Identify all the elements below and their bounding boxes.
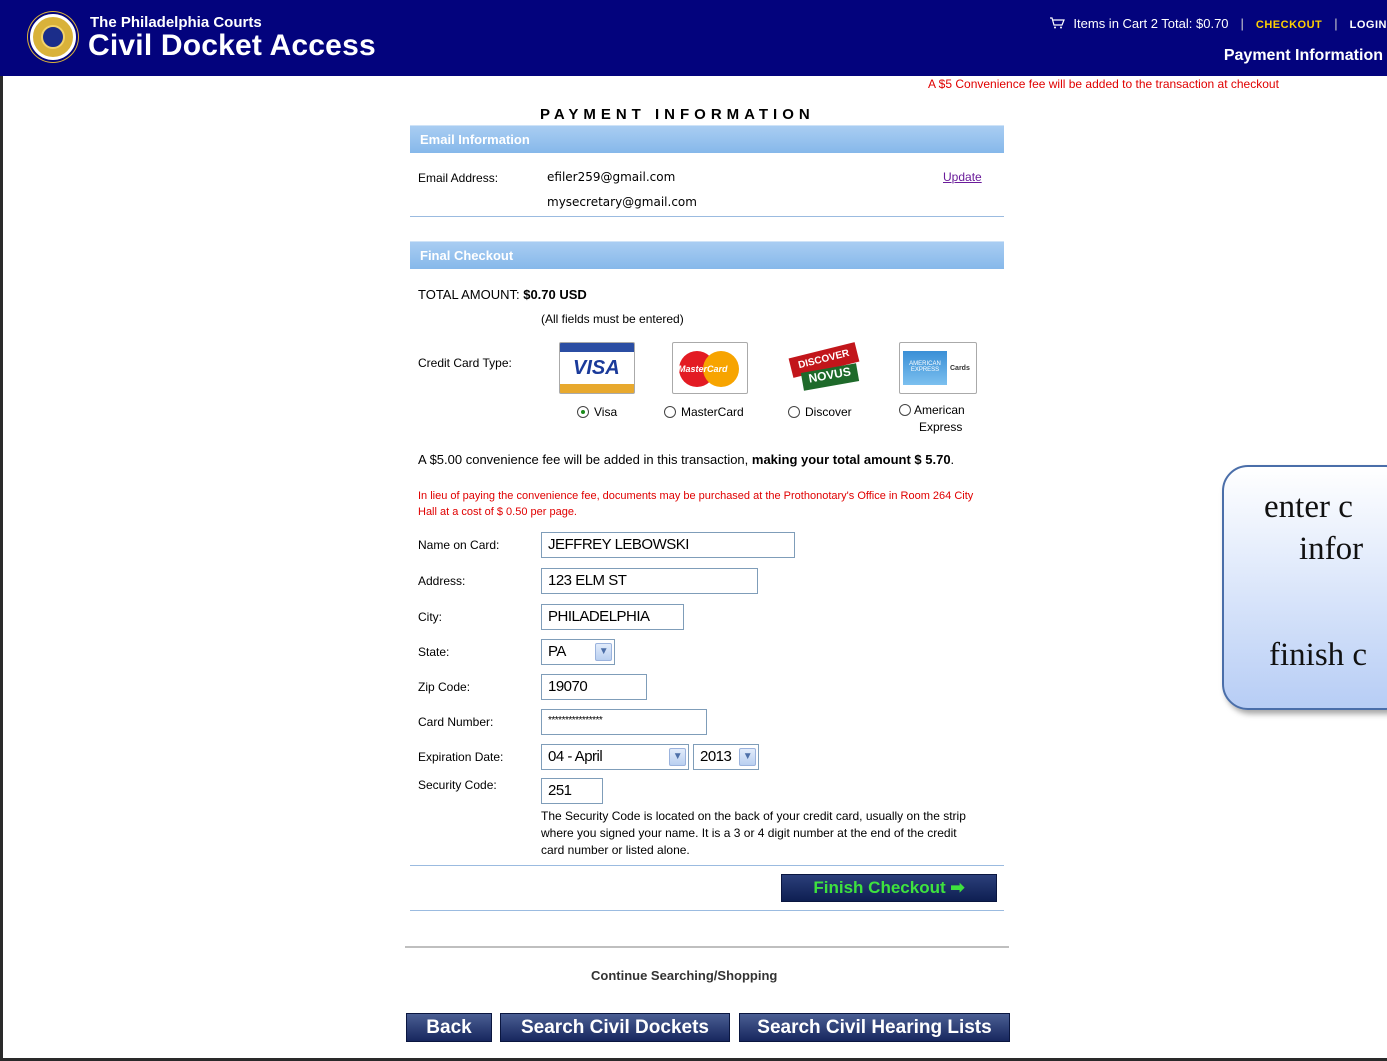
expiration-month-select[interactable]: 04 - April ▼ <box>541 744 689 770</box>
radio-icon[interactable] <box>664 406 676 418</box>
email-primary: efiler259@gmail.com <box>547 170 676 184</box>
divider <box>410 865 1004 866</box>
search-civil-hearing-lists-button[interactable]: Search Civil Hearing Lists <box>739 1013 1010 1042</box>
email-label: Email Address: <box>418 171 499 185</box>
checkout-link[interactable]: CHECKOUT <box>1256 19 1322 31</box>
card-number-field[interactable]: **************** <box>541 709 707 735</box>
finish-checkout-button[interactable]: Finish Checkout ➡ <box>781 874 997 902</box>
card-number-label: Card Number: <box>418 715 494 729</box>
convenience-fee-text: A $5.00 convenience fee will be added in… <box>418 450 978 469</box>
mastercard-logo[interactable]: MasterCard <box>672 342 748 394</box>
amex-logo[interactable]: AMERICAN EXPRESS Cards <box>899 342 977 394</box>
state-label: State: <box>418 645 450 659</box>
radio-amex-label-2: Express <box>919 420 963 434</box>
radio-mastercard-label: MasterCard <box>681 405 744 419</box>
expiration-year-select[interactable]: 2013 ▼ <box>693 744 759 770</box>
security-code-field[interactable]: 251 <box>541 778 603 804</box>
divider <box>410 216 1004 217</box>
discover-logo[interactable]: DISCOVER NOVUS <box>788 342 864 394</box>
court-seal-icon <box>30 14 76 60</box>
radio-visa[interactable]: Visa <box>577 405 617 419</box>
back-button[interactable]: Back <box>406 1013 492 1042</box>
radio-icon[interactable] <box>899 404 911 416</box>
address-label: Address: <box>418 574 466 588</box>
total-amount: TOTAL AMOUNT: $0.70 USD <box>418 287 587 302</box>
divider <box>410 910 1004 911</box>
state-select[interactable]: PA ▼ <box>541 639 615 665</box>
radio-icon[interactable] <box>788 406 800 418</box>
radio-discover[interactable]: Discover <box>788 405 852 419</box>
search-civil-dockets-button[interactable]: Search Civil Dockets <box>500 1013 730 1042</box>
zip-label: Zip Code: <box>418 680 471 694</box>
separator: | <box>1240 16 1244 31</box>
name-label: Name on Card: <box>418 538 500 552</box>
fee-notice: A $5 Convenience fee will be added to th… <box>928 77 1279 91</box>
brand-title[interactable]: Civil Docket Access <box>88 29 376 63</box>
email-section-header: Email Information <box>410 125 1004 153</box>
expiration-label: Expiration Date: <box>418 750 504 764</box>
page-title: PAYMENT INFORMATION <box>540 106 815 123</box>
fee-end: . <box>950 452 955 467</box>
radio-mastercard[interactable]: MasterCard <box>664 405 744 419</box>
address-field[interactable]: 123 ELM ST <box>541 568 758 594</box>
login-link[interactable]: LOGIN <box>1350 19 1387 31</box>
radio-selected-icon[interactable] <box>577 406 589 418</box>
amex-logo-text: AMERICAN EXPRESS <box>903 351 947 385</box>
exp-month-value: 04 - April <box>548 748 603 765</box>
shopping-cart-icon[interactable] <box>1049 17 1066 29</box>
required-note: (All fields must be entered) <box>541 312 684 326</box>
zip-field[interactable]: 19070 <box>541 674 647 700</box>
name-on-card-field[interactable]: JEFFREY LEBOWSKI <box>541 532 795 558</box>
callout-line-3: finish c <box>1269 637 1368 673</box>
checkout-section-header: Final Checkout <box>410 241 1004 269</box>
callout-line-1: enter c <box>1264 489 1353 525</box>
radio-visa-label: Visa <box>594 405 618 419</box>
chevron-down-icon[interactable]: ▼ <box>669 748 686 766</box>
radio-amex-label: American <box>914 403 965 417</box>
annotation-callout: enter c infor finish c <box>1222 465 1387 710</box>
card-type-label: Credit Card Type: <box>418 356 512 370</box>
finish-checkout-label: Finish Checkout <box>813 878 946 897</box>
security-code-label: Security Code: <box>418 778 497 792</box>
fee-total: making your total amount $ 5.70 <box>751 452 951 467</box>
amex-cards-text: Cards <box>950 365 970 372</box>
radio-discover-label: Discover <box>805 405 852 419</box>
radio-amex[interactable]: American Express <box>899 402 965 436</box>
site-header: The Philadelphia Courts Civil Docket Acc… <box>0 0 1387 76</box>
chevron-down-icon[interactable]: ▼ <box>595 643 612 661</box>
prothonotary-notice: In lieu of paying the convenience fee, d… <box>418 490 974 518</box>
city-label: City: <box>418 610 442 624</box>
visa-logo-text: VISA <box>573 357 620 379</box>
arrow-right-icon: ➡ <box>950 878 965 897</box>
page-subtitle: Payment Information <box>1223 47 1383 64</box>
cart-summary: Items in Cart 2 Total: $0.70 | CHECKOUT | LO… <box>1049 16 1387 31</box>
state-value: PA <box>548 643 566 660</box>
separator: | <box>1334 16 1338 31</box>
footer-divider <box>405 946 1009 948</box>
cart-text[interactable]: Items in Cart 2 Total: $0.70 <box>1073 16 1228 31</box>
total-label: TOTAL AMOUNT: <box>418 287 524 302</box>
continue-shopping-link[interactable]: Continue Searching/Shopping <box>591 968 777 983</box>
fee-text: A $5.00 convenience fee will be added in… <box>418 452 752 467</box>
chevron-down-icon[interactable]: ▼ <box>739 748 756 766</box>
callout-line-2: infor <box>1299 531 1364 567</box>
email-secondary: mysecretary@gmail.com <box>547 195 697 209</box>
mastercard-logo-text: MasterCard <box>678 364 728 374</box>
city-field[interactable]: PHILADELPHIA <box>541 604 684 630</box>
exp-year-value: 2013 <box>700 748 732 765</box>
window-frame <box>0 0 1387 1061</box>
update-email-link[interactable]: Update <box>943 170 982 184</box>
visa-logo[interactable]: VISA <box>559 342 635 394</box>
security-code-help: The Security Code is located on the back… <box>541 809 966 857</box>
total-value: $0.70 USD <box>523 287 587 302</box>
